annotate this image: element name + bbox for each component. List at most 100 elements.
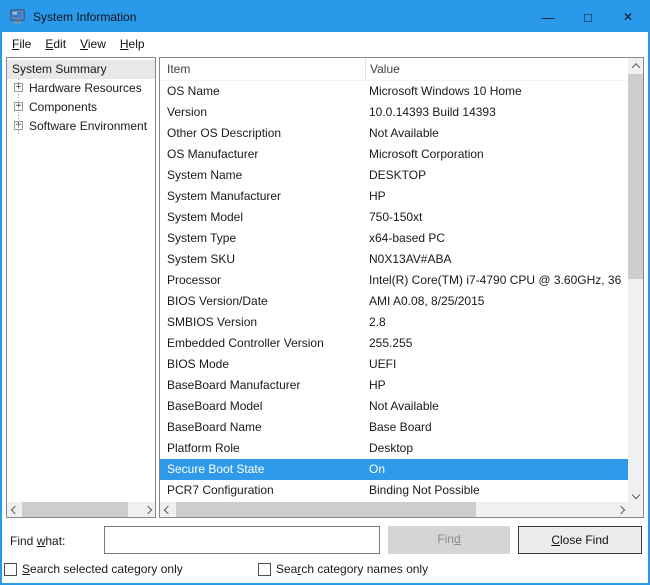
item-cell: System Type [160,228,365,249]
table-row[interactable]: ProcessorIntel(R) Core(TM) i7-4790 CPU @… [160,270,628,291]
value-cell: x64-based PC [365,228,628,249]
checkbox-label: Search category names only [276,562,428,576]
system-information-window: System Information — □ ✕ File Edit View … [0,0,650,585]
value-cell: HP [365,375,628,396]
value-cell: 2.8 [365,312,628,333]
table-row-selected[interactable]: Secure Boot StateOn [160,459,628,480]
item-cell: System Name [160,165,365,186]
minimize-icon: — [542,10,555,25]
menu-help[interactable]: Help [113,34,152,54]
item-cell: PCR7 Configuration [160,480,365,501]
menu-bar: File Edit View Help [2,32,648,56]
value-cell: Not Available [365,396,628,417]
value-cell: Base Board [365,417,628,438]
table-row[interactable]: System ManufacturerHP [160,186,628,207]
table-row[interactable]: Platform RoleDesktop [160,438,628,459]
table-row[interactable]: Other OS DescriptionNot Available [160,123,628,144]
close-icon: ✕ [623,10,633,24]
minimize-button[interactable]: — [528,2,568,32]
tree-connector-line [18,79,19,136]
scroll-left-icon[interactable] [160,502,175,517]
window-title: System Information [33,10,136,24]
value-cell: N0X13AV#ABA [365,249,628,270]
column-header-item[interactable]: Item [160,58,365,80]
value-cell: Intel(R) Core(TM) i7-4790 CPU @ 3.60GHz,… [365,270,628,291]
item-cell: SMBIOS Version [160,312,365,333]
item-cell: Embedded Controller Version [160,333,365,354]
vertical-scrollbar[interactable] [628,58,643,502]
list-horizontal-scrollbar[interactable] [160,502,628,517]
find-button[interactable]: Find [388,526,510,554]
scroll-up-icon[interactable] [628,58,643,73]
find-bar: Find what: Find Close Find Search select… [2,520,648,583]
value-cell: Microsoft Windows 10 Home [365,81,628,102]
menu-file[interactable]: File [5,34,38,54]
category-tree-panel: System Summary + Hardware Resources + Co… [6,57,156,518]
table-row[interactable]: OS NameMicrosoft Windows 10 Home [160,81,628,102]
item-cell: System Model [160,207,365,228]
table-row[interactable]: BaseBoard ManufacturerHP [160,375,628,396]
scroll-left-icon[interactable] [7,502,22,517]
item-cell: Processor [160,270,365,291]
table-row[interactable]: BIOS Version/DateAMI A0.08, 8/25/2015 [160,291,628,312]
scroll-right-icon[interactable] [140,502,155,517]
item-cell: BIOS Mode [160,354,365,375]
scroll-down-icon[interactable] [628,487,643,502]
table-row[interactable]: SMBIOS Version2.8 [160,312,628,333]
list-rows: OS NameMicrosoft Windows 10 Home Version… [160,81,628,501]
table-row[interactable]: BIOS ModeUEFI [160,354,628,375]
value-cell: Desktop [365,438,628,459]
scrollbar-thumb[interactable] [22,502,128,517]
search-category-names-checkbox[interactable] [258,563,271,576]
tree-item-system-summary[interactable]: System Summary [7,60,155,79]
close-button[interactable]: ✕ [608,2,648,32]
item-cell: Version [160,102,365,123]
tree-item-software-environment[interactable]: + Software Environment [7,117,155,136]
item-cell: System Manufacturer [160,186,365,207]
maximize-icon: □ [584,10,592,25]
menu-view[interactable]: View [73,34,113,54]
value-cell: HP [365,186,628,207]
find-input[interactable] [104,526,380,554]
item-cell: Secure Boot State [160,459,365,480]
value-cell: AMI A0.08, 8/25/2015 [365,291,628,312]
value-cell: DESKTOP [365,165,628,186]
item-cell: Platform Role [160,438,365,459]
checkbox-label: Search selected category only [22,562,183,576]
search-selected-category-checkbox[interactable] [4,563,17,576]
table-row[interactable]: BaseBoard NameBase Board [160,417,628,438]
table-row[interactable]: System Model750-150xt [160,207,628,228]
value-cell: UEFI [365,354,628,375]
scrollbar-thumb[interactable] [176,502,476,517]
value-cell: Microsoft Corporation [365,144,628,165]
table-row[interactable]: System NameDESKTOP [160,165,628,186]
item-cell: BaseBoard Manufacturer [160,375,365,396]
content-area: System Summary + Hardware Resources + Co… [2,56,648,520]
table-row[interactable]: System SKUN0X13AV#ABA [160,249,628,270]
item-cell: Other OS Description [160,123,365,144]
value-cell: Binding Not Possible [365,480,628,501]
table-row[interactable]: OS ManufacturerMicrosoft Corporation [160,144,628,165]
details-list-panel: Item Value OS NameMicrosoft Windows 10 H… [159,57,644,518]
table-row[interactable]: System Typex64-based PC [160,228,628,249]
scrollbar-thumb[interactable] [628,74,643,279]
table-row[interactable]: Version10.0.14393 Build 14393 [160,102,628,123]
value-cell: Not Available [365,123,628,144]
tree-horizontal-scrollbar[interactable] [7,502,155,517]
maximize-button[interactable]: □ [568,2,608,32]
item-cell: OS Manufacturer [160,144,365,165]
value-cell: 750-150xt [365,207,628,228]
table-row[interactable]: Embedded Controller Version255.255 [160,333,628,354]
list-header: Item Value [160,58,643,81]
search-selected-category-option: Search selected category only [4,562,183,576]
menu-edit[interactable]: Edit [38,34,73,54]
window-controls: — □ ✕ [528,2,648,32]
close-find-button[interactable]: Close Find [518,526,642,554]
tree-item-hardware-resources[interactable]: + Hardware Resources [7,79,155,98]
find-what-label: Find what: [10,534,65,548]
table-row[interactable]: BaseBoard ModelNot Available [160,396,628,417]
table-row[interactable]: PCR7 ConfigurationBinding Not Possible [160,480,628,501]
tree-item-components[interactable]: + Components [7,98,155,117]
scroll-right-icon[interactable] [613,502,628,517]
column-header-value[interactable]: Value [365,58,643,80]
